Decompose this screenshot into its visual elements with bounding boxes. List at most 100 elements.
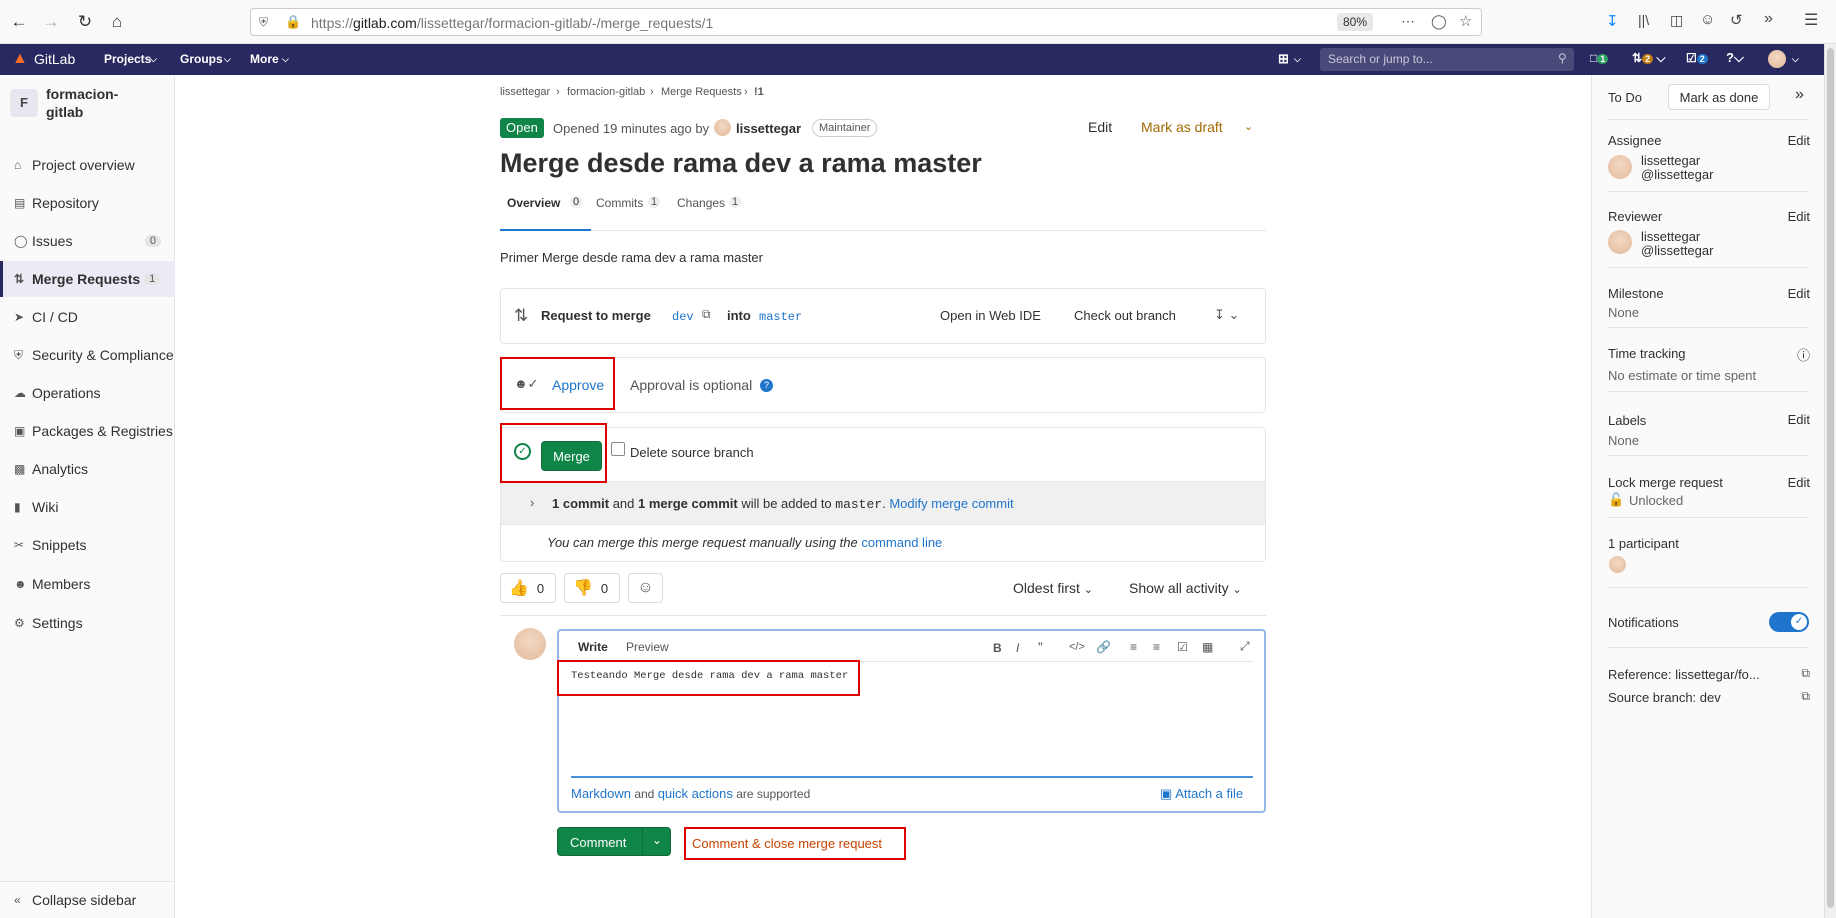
- reviewer-edit-button[interactable]: Edit: [1788, 209, 1810, 224]
- quote-icon[interactable]: ”: [1038, 639, 1043, 655]
- sort-dropdown[interactable]: Oldest first ⌄: [1013, 580, 1093, 596]
- delete-source-checkbox[interactable]: [611, 442, 625, 456]
- collapse-right-sidebar-icon[interactable]: »: [1795, 86, 1804, 104]
- forward-icon[interactable]: →: [38, 9, 64, 35]
- assignee-edit-button[interactable]: Edit: [1788, 133, 1810, 148]
- modify-commit-link[interactable]: Modify merge commit: [889, 496, 1013, 511]
- sidebar-item-operations[interactable]: ☁ Operations: [0, 375, 175, 411]
- sidebar-item-project-overview[interactable]: ⌂ Project overview: [0, 147, 175, 183]
- source-branch-link[interactable]: dev: [672, 310, 694, 324]
- tab-overview[interactable]: Overview 0: [500, 194, 591, 231]
- assignee-name[interactable]: lissettegar: [1641, 153, 1700, 168]
- numbered-list-icon[interactable]: ≡: [1153, 640, 1160, 654]
- help-icon[interactable]: ?⌵: [1726, 50, 1744, 66]
- merge-requests-counter[interactable]: ⇅ 2 ⌵: [1632, 51, 1666, 66]
- tab-changes[interactable]: Changes 1: [677, 194, 747, 231]
- notifications-toggle[interactable]: ✓: [1769, 612, 1809, 632]
- author-name[interactable]: lissettegar: [736, 121, 801, 136]
- back-icon[interactable]: ←: [6, 9, 32, 35]
- attach-file-button[interactable]: ▣ Attach a file: [1160, 786, 1243, 802]
- pocket-icon[interactable]: ◯: [1431, 13, 1447, 30]
- home-icon[interactable]: ⌂: [104, 9, 130, 35]
- sidebar-item-settings[interactable]: ⚙ Settings: [0, 605, 175, 641]
- mark-done-button[interactable]: Mark as done: [1668, 84, 1770, 110]
- thumbs-up-button[interactable]: 👍 0: [500, 573, 556, 603]
- edit-button[interactable]: Edit: [1088, 119, 1112, 135]
- code-icon[interactable]: </>: [1069, 641, 1085, 653]
- table-icon[interactable]: ▦: [1202, 640, 1213, 654]
- command-line-link[interactable]: command line: [861, 535, 942, 550]
- activity-filter-dropdown[interactable]: Show all activity ⌄: [1129, 580, 1242, 596]
- sidebar-item-security[interactable]: ⛨ Security & Compliance: [0, 337, 175, 373]
- breadcrumb-item[interactable]: Merge Requests: [661, 86, 742, 98]
- sidebar-item-wiki[interactable]: ▮ Wiki: [0, 489, 175, 525]
- add-reaction-button[interactable]: ☺: [628, 573, 663, 603]
- reload-icon[interactable]: ↻: [72, 9, 98, 35]
- sidebar-item-repository[interactable]: ▤ Repository: [0, 185, 175, 221]
- sidebar-item-analytics[interactable]: ▩ Analytics: [0, 451, 175, 487]
- sidebar-item-issues[interactable]: ◯ Issues 0: [0, 223, 175, 259]
- tab-commits[interactable]: Commits 1: [596, 194, 666, 231]
- author-avatar[interactable]: [714, 119, 731, 136]
- thumbs-down-button[interactable]: 👎 0: [564, 573, 620, 603]
- sidebar-item-ci-cd[interactable]: ➤ CI / CD: [0, 299, 175, 335]
- overflow-icon[interactable]: »: [1764, 10, 1773, 28]
- url-bar[interactable]: ⛨ 🔒 https://gitlab.com/lissettegar/forma…: [250, 8, 1482, 36]
- target-branch-link[interactable]: master: [759, 310, 802, 324]
- sidebar-item-packages[interactable]: ▣ Packages & Registries: [0, 413, 175, 449]
- open-web-ide-button[interactable]: Open in Web IDE: [940, 308, 1041, 323]
- user-avatar[interactable]: [1768, 50, 1786, 68]
- download-icon[interactable]: ↧: [1606, 12, 1619, 30]
- markdown-link[interactable]: Markdown: [571, 786, 631, 801]
- lock-edit-button[interactable]: Edit: [1788, 475, 1810, 490]
- assignee-avatar[interactable]: [1608, 155, 1632, 179]
- scrollbar-thumb[interactable]: [1827, 48, 1834, 908]
- help-icon[interactable]: ⓘ: [1797, 345, 1810, 364]
- breadcrumb-item[interactable]: lissettegar: [500, 86, 550, 98]
- account-icon[interactable]: ☺: [1700, 11, 1715, 28]
- copy-icon[interactable]: ⧉: [702, 307, 711, 322]
- labels-edit-button[interactable]: Edit: [1788, 412, 1810, 427]
- bookmark-star-icon[interactable]: ☆: [1459, 12, 1472, 30]
- download-dropdown-icon[interactable]: ↧ ⌄: [1214, 307, 1239, 323]
- bullet-list-icon[interactable]: ≡: [1130, 640, 1137, 654]
- tab-preview[interactable]: Preview: [626, 640, 669, 654]
- todos-counter[interactable]: ☑ 2: [1686, 51, 1708, 65]
- task-list-icon[interactable]: ☑: [1177, 640, 1188, 654]
- sidebar-item-members[interactable]: ☻ Members: [0, 566, 175, 602]
- milestone-edit-button[interactable]: Edit: [1788, 286, 1810, 301]
- copy-icon[interactable]: ⧉: [1801, 666, 1810, 681]
- fullscreen-icon[interactable]: ⤢: [1240, 639, 1250, 654]
- search-input[interactable]: Search or jump to... ⚲: [1320, 48, 1574, 71]
- reviewer-name[interactable]: lissettegar: [1641, 229, 1700, 244]
- sidebar-item-snippets[interactable]: ✂ Snippets: [0, 527, 175, 563]
- chevron-down-icon[interactable]: ⌄: [652, 833, 662, 847]
- library-icon[interactable]: ||\: [1638, 12, 1649, 28]
- project-name[interactable]: formacion- gitlab: [46, 85, 118, 121]
- menu-icon[interactable]: ☰: [1804, 10, 1818, 30]
- menu-groups[interactable]: Groups: [180, 52, 223, 66]
- commit-summary-row[interactable]: › 1 commit and 1 merge commit will be ad…: [501, 481, 1265, 525]
- comment-submit-button[interactable]: Comment: [570, 835, 626, 850]
- zoom-level[interactable]: 80%: [1337, 13, 1374, 31]
- sidebar-toggle-icon[interactable]: ◫: [1670, 12, 1683, 29]
- quick-actions-link[interactable]: quick actions: [658, 786, 733, 801]
- collapse-sidebar-button[interactable]: « Collapse sidebar: [0, 881, 175, 918]
- issues-counter[interactable]: □ 1: [1590, 51, 1609, 65]
- project-avatar[interactable]: F: [10, 89, 38, 117]
- menu-more[interactable]: More: [250, 52, 279, 66]
- link-icon[interactable]: 🔗: [1096, 640, 1111, 654]
- copy-icon[interactable]: ⧉: [1801, 689, 1810, 704]
- page-scrollbar[interactable]: [1824, 44, 1836, 918]
- checkout-branch-button[interactable]: Check out branch: [1074, 308, 1176, 323]
- participant-avatar[interactable]: [1609, 556, 1626, 573]
- tab-write[interactable]: Write: [578, 640, 608, 654]
- chevron-down-icon[interactable]: ⌄: [1244, 120, 1253, 133]
- help-icon[interactable]: ?: [760, 379, 773, 392]
- italic-icon[interactable]: I: [1016, 641, 1019, 655]
- bold-icon[interactable]: B: [993, 641, 1002, 655]
- history-icon[interactable]: ↺: [1730, 11, 1743, 29]
- comment-close-button[interactable]: Comment & close merge request: [684, 827, 906, 860]
- reviewer-avatar[interactable]: [1608, 230, 1632, 254]
- mark-draft-button[interactable]: Mark as draft: [1141, 119, 1223, 135]
